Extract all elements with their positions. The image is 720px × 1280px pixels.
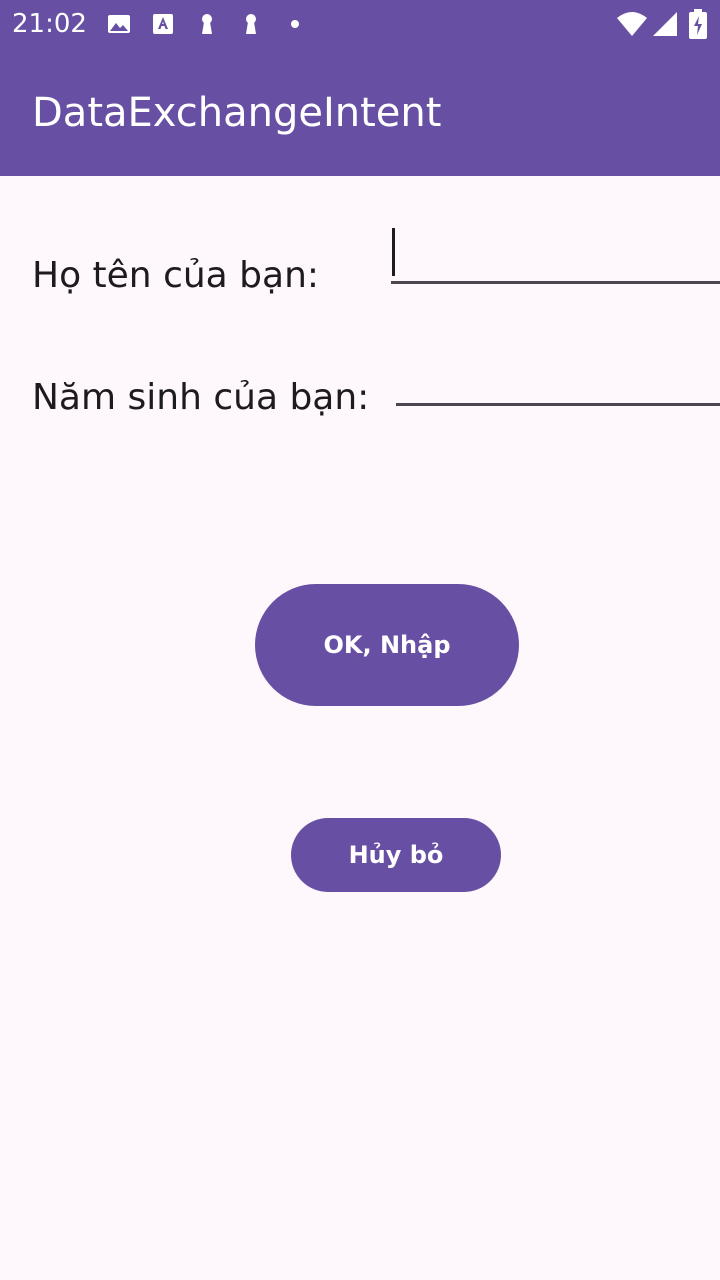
name-input-underline: [391, 281, 720, 284]
cell-signal-icon: [653, 12, 677, 36]
font-download-icon: [153, 14, 173, 34]
cancel-button-label: Hủy bỏ: [348, 841, 444, 869]
birth-year-label: Năm sinh của bạn:: [32, 377, 370, 418]
image-icon: [108, 15, 130, 33]
cancel-button[interactable]: Hủy bỏ: [291, 818, 501, 892]
ok-enter-button[interactable]: OK, Nhập: [255, 584, 519, 706]
dot-icon: [291, 20, 299, 28]
text-cursor: [392, 228, 395, 276]
keyhole-icon: [246, 14, 256, 34]
status-time: 21:02: [12, 9, 87, 39]
app-title: DataExchangeIntent: [32, 90, 442, 136]
keyhole-icon: [202, 14, 212, 34]
battery-icon: [689, 9, 707, 39]
name-label: Họ tên của bạn:: [32, 255, 320, 296]
status-bar: 21:02: [0, 0, 720, 48]
ok-enter-button-label: OK, Nhập: [323, 631, 451, 659]
wifi-icon: [617, 12, 647, 36]
top-app-bar: DataExchangeIntent: [0, 48, 720, 176]
birth-year-input[interactable]: [396, 350, 720, 404]
app-screen: 21:02 DataExchangeIntent Họ tên của bạn:…: [0, 0, 720, 1280]
birth-year-input-underline: [396, 403, 720, 406]
name-input[interactable]: [391, 224, 720, 282]
